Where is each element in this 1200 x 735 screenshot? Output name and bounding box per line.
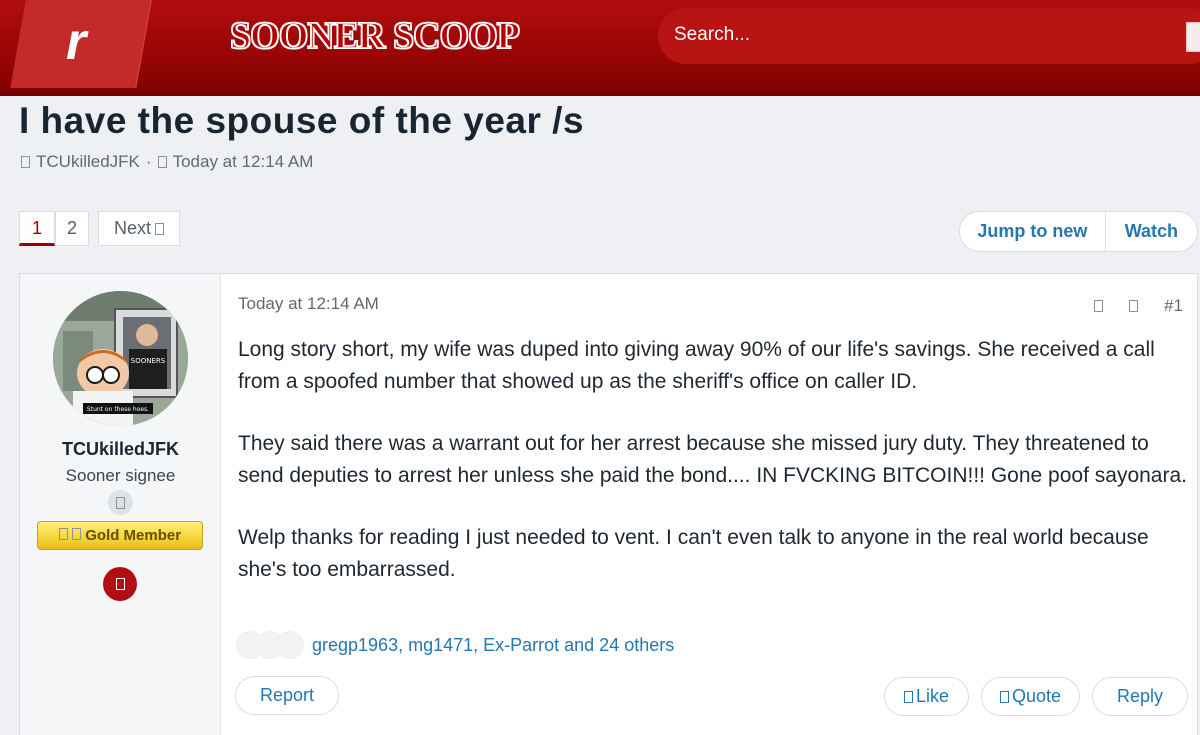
- meta-separator: ·: [145, 152, 152, 171]
- thread-author[interactable]: TCUkilledJFK: [36, 152, 140, 172]
- reply-button[interactable]: Reply: [1092, 677, 1188, 716]
- team-badge-icon: [103, 567, 137, 601]
- quote-button[interactable]: Quote: [981, 677, 1080, 716]
- membership-label: Gold Member: [85, 527, 182, 544]
- brand-wordmark[interactable]: SOONER SCOOP: [229, 14, 520, 58]
- user-icon: [21, 156, 30, 168]
- bookmark-icon[interactable]: [1129, 300, 1139, 312]
- thread-title: I have the spouse of the year /s: [19, 100, 585, 141]
- site-header: r SOONER SCOOP Search...: [0, 0, 1200, 96]
- reactions-bar[interactable]: gregp1963, mg1471, Ex-Parrot and 24 othe…: [236, 631, 674, 659]
- team-badge-glyph: [115, 578, 125, 590]
- thread-time[interactable]: Today at 12:14 AM: [173, 152, 314, 172]
- post: SOONERS Stunt on these hoes. TCUkilledJF…: [19, 273, 1198, 735]
- star-icon: [58, 528, 68, 540]
- like-button[interactable]: Like: [884, 677, 969, 716]
- avatar[interactable]: SOONERS Stunt on these hoes.: [53, 291, 188, 426]
- search-placeholder: Search...: [674, 24, 751, 45]
- thread-meta: TCUkilledJFK · Today at 12:14 AM: [21, 152, 313, 172]
- reaction-icons: [236, 631, 304, 659]
- gold-member-banner: Gold Member: [37, 521, 203, 550]
- page-2-button[interactable]: 2: [55, 211, 89, 246]
- post-paragraph: They said there was a warrant out for he…: [238, 432, 1187, 487]
- badge-icon: [108, 490, 133, 515]
- post-time[interactable]: Today at 12:14 AM: [238, 294, 379, 314]
- share-icon[interactable]: [1094, 300, 1104, 312]
- post-message: Today at 12:14 AM #1 Long story short, m…: [222, 274, 1199, 735]
- post-user-title: Sooner signee: [65, 466, 176, 485]
- post-tools: #1: [1094, 296, 1183, 316]
- avatar-shirt-text: SOONERS: [131, 357, 166, 365]
- badge-glyph: [116, 496, 125, 509]
- crown-icon: [72, 528, 82, 540]
- like-label: Like: [915, 686, 950, 706]
- post-paragraph: Long story short, my wife was duped into…: [238, 338, 1155, 393]
- quote-icon: [999, 691, 1009, 703]
- pagination: 1 2 Next: [19, 211, 180, 246]
- post-paragraph: Welp thanks for reading I just needed to…: [238, 526, 1149, 581]
- jump-to-new-button[interactable]: Jump to new: [960, 212, 1106, 251]
- page-1-button[interactable]: 1: [19, 211, 55, 246]
- next-page-button[interactable]: Next: [98, 211, 180, 246]
- search-options-icon[interactable]: [1186, 22, 1200, 52]
- thread-actions: Jump to new Watch: [959, 211, 1198, 252]
- reaction-icon: [276, 631, 304, 659]
- post-username[interactable]: TCUkilledJFK: [20, 439, 221, 460]
- site-logo[interactable]: r: [66, 12, 86, 72]
- report-button[interactable]: Report: [235, 676, 339, 715]
- search-input[interactable]: Search...: [658, 8, 1200, 64]
- thumbs-up-icon: [903, 691, 913, 703]
- quote-label: Quote: [1011, 686, 1062, 706]
- post-user-column: SOONERS Stunt on these hoes. TCUkilledJF…: [20, 274, 221, 735]
- post-body: Long story short, my wife was duped into…: [238, 334, 1188, 616]
- reactions-list[interactable]: gregp1963, mg1471, Ex-Parrot and 24 othe…: [312, 635, 674, 656]
- chevron-right-icon: [155, 223, 164, 235]
- avatar-caption: Stunt on these hoes.: [87, 406, 149, 413]
- next-label: Next: [113, 218, 151, 238]
- avatar-image: SOONERS Stunt on these hoes.: [53, 291, 188, 426]
- post-number[interactable]: #1: [1164, 296, 1183, 316]
- watch-button[interactable]: Watch: [1106, 212, 1197, 251]
- clock-icon: [157, 156, 167, 168]
